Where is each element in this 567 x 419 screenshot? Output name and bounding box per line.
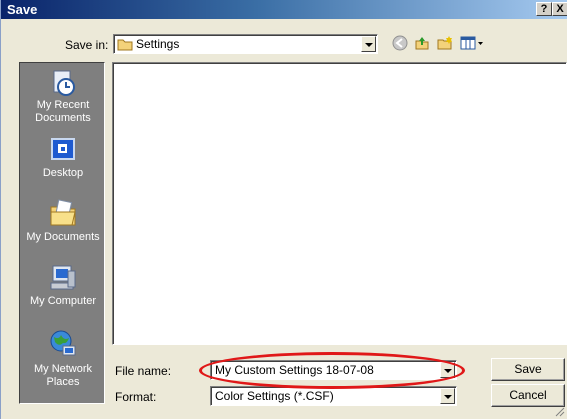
save-dialog: Save ? X Save in: Settings My Recent Doc… (0, 0, 567, 419)
network-places-icon (50, 330, 76, 356)
save-in-label: Save in: (65, 38, 109, 52)
my-documents-icon (50, 199, 76, 226)
places-item-label: My Recent Documents (35, 99, 91, 124)
file-name-dropdown-button[interactable] (440, 362, 455, 378)
help-button[interactable]: ? (536, 2, 552, 16)
places-item-label: My Computer (29, 295, 97, 307)
places-item-label: My Documents (26, 231, 100, 243)
views-menu-icon[interactable] (460, 35, 484, 51)
desktop-icon (51, 138, 75, 160)
format-label: Format: (115, 390, 157, 404)
places-item-desktop[interactable]: Desktop (20, 135, 106, 180)
my-computer-icon (50, 265, 76, 290)
new-folder-icon[interactable] (436, 35, 454, 51)
places-item-my-documents[interactable]: My Documents (20, 197, 106, 244)
places-item-recent-documents[interactable]: My Recent Documents (20, 67, 106, 125)
places-item-network-places[interactable]: My Network Places (20, 329, 106, 389)
save-button[interactable]: Save (491, 358, 565, 381)
save-in-value: Settings (136, 37, 180, 51)
format-dropdown-button[interactable] (440, 388, 455, 404)
cancel-button[interactable]: Cancel (491, 384, 565, 407)
format-value: Color Settings (*.CSF) (215, 389, 334, 403)
places-item-my-computer[interactable]: My Computer (20, 263, 106, 308)
recent-documents-icon (53, 70, 75, 96)
save-in-dropdown-button[interactable] (361, 36, 376, 52)
dialog-title: Save (7, 2, 38, 17)
up-folder-icon[interactable] (414, 35, 430, 51)
file-name-combo[interactable]: My Custom Settings 18-07-08 (210, 360, 457, 380)
save-in-combo[interactable]: Settings (113, 34, 378, 54)
back-icon[interactable] (392, 35, 408, 51)
folder-icon (117, 39, 133, 51)
close-button[interactable]: X (552, 2, 567, 16)
file-name-input[interactable]: My Custom Settings 18-07-08 (215, 363, 374, 377)
file-list[interactable] (112, 62, 567, 345)
places-bar: My Recent Documents Desktop My Documents (19, 62, 105, 404)
resize-grip-icon[interactable] (553, 405, 565, 417)
places-item-label: My Network Places (33, 363, 93, 388)
format-combo[interactable]: Color Settings (*.CSF) (210, 386, 457, 406)
file-name-label: File name: (115, 364, 172, 378)
places-item-label: Desktop (42, 167, 84, 179)
title-bar[interactable]: Save ? X (1, 0, 567, 19)
